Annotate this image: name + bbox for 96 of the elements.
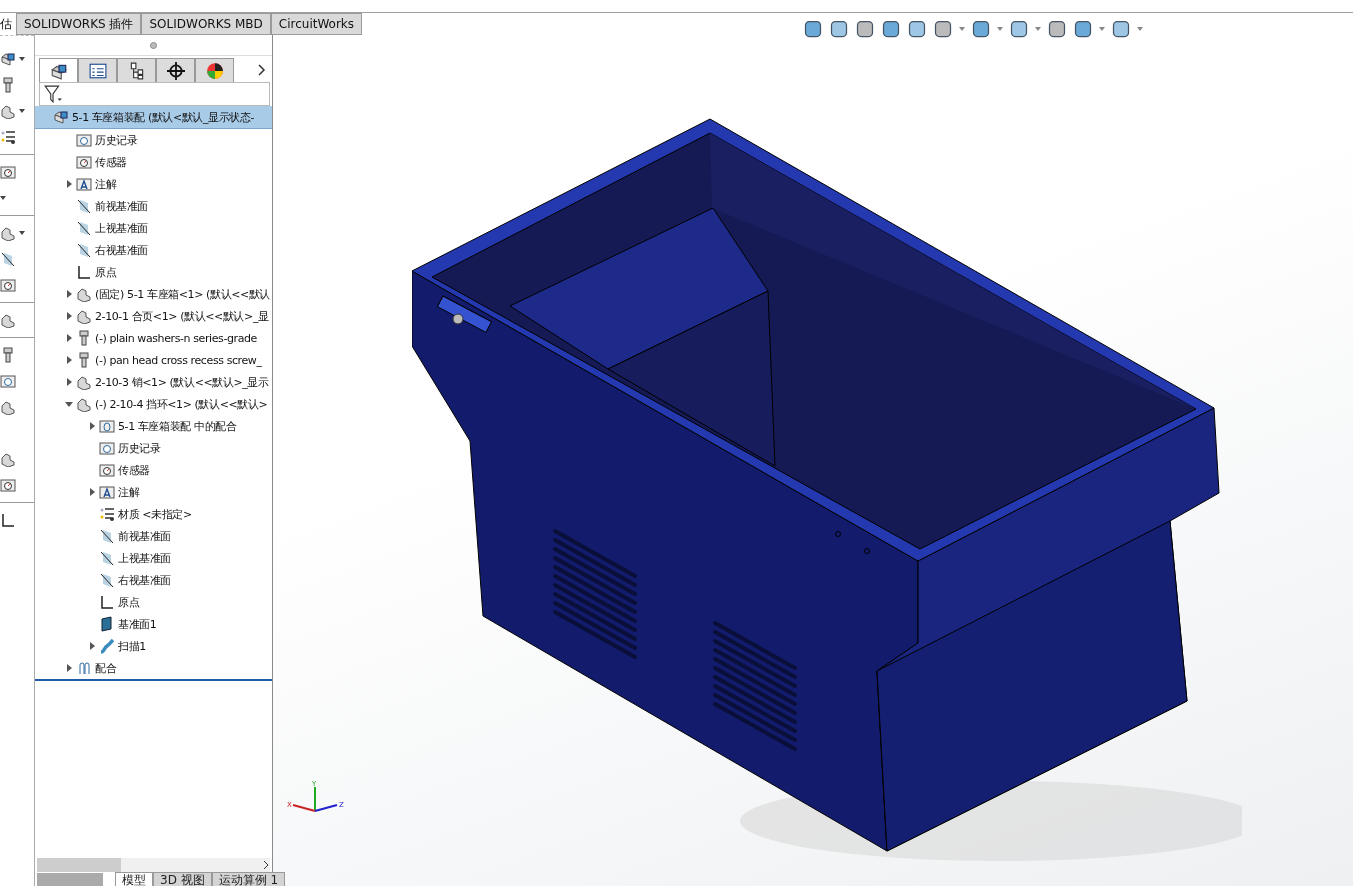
expand-arrow-icon[interactable] [65, 180, 73, 188]
panel-tab[interactable] [156, 58, 195, 82]
history-folder-icon [99, 440, 115, 456]
plane-icon [99, 528, 115, 544]
panel-tab[interactable] [39, 58, 78, 82]
tree-item[interactable]: 右视基准面 [35, 569, 272, 591]
tree-item[interactable]: 上视基准面 [35, 217, 272, 239]
expand-arrow-icon[interactable] [65, 290, 73, 298]
tree-item[interactable]: 原点 [35, 591, 272, 613]
ribbon-tab[interactable]: SOLIDWORKS MBD [141, 13, 271, 35]
origin-icon [76, 264, 92, 280]
plane-icon [0, 251, 16, 267]
tree-item[interactable]: 注解 [35, 481, 272, 503]
plane-icon [99, 572, 115, 588]
tree-item[interactable]: 前视基准面 [35, 525, 272, 547]
tree-item[interactable]: 原点 [35, 261, 272, 283]
panel-tab[interactable] [117, 58, 156, 82]
property-list-icon[interactable] [88, 61, 107, 80]
history-folder-icon [76, 132, 92, 148]
mate-folder-icon [99, 418, 115, 434]
mates-icon [76, 660, 92, 676]
expand-arrow-icon[interactable] [65, 334, 73, 342]
expand-arrow-icon[interactable] [65, 356, 73, 364]
tree-item[interactable]: 基准面1 [35, 613, 272, 635]
model-tab[interactable]: 运动算例 1 [211, 872, 286, 886]
annotation-folder-icon [76, 176, 92, 192]
tree-item[interactable]: (-) plain washers-n series-grade [35, 327, 272, 349]
material-icon [99, 506, 115, 522]
plane-icon [76, 242, 92, 258]
part-icon [76, 308, 92, 324]
origin-icon [99, 594, 115, 610]
part-icon [76, 286, 92, 302]
plane-icon [76, 220, 92, 236]
part-icon [0, 451, 16, 467]
part-icon [76, 374, 92, 390]
tree-item[interactable]: 传感器 [35, 459, 272, 481]
model-tab[interactable]: 模型 [115, 872, 153, 886]
plane-icon [76, 198, 92, 214]
expand-arrow-icon[interactable] [88, 422, 96, 430]
tree-item[interactable]: 5-1 车座箱装配 (默认<默认_显示状态- [35, 106, 272, 129]
part-icon [0, 312, 16, 328]
annotation-folder-icon [99, 484, 115, 500]
drag-handle-icon[interactable] [150, 41, 157, 49]
tree-item[interactable]: 前视基准面 [35, 195, 272, 217]
panel-tab[interactable] [195, 58, 234, 82]
caret-icon[interactable] [19, 57, 25, 61]
part-icon [0, 103, 16, 119]
sensor-folder-icon [99, 462, 115, 478]
screw-icon [0, 347, 16, 363]
caret-icon[interactable] [19, 231, 25, 235]
expand-arrow-icon[interactable] [65, 664, 73, 672]
plane-icon [99, 616, 115, 632]
material-icon [0, 129, 16, 145]
sweep-icon [99, 638, 115, 654]
tree-item[interactable]: 右视基准面 [35, 239, 272, 261]
part-icon [0, 399, 16, 415]
assembly-icon [53, 109, 69, 125]
filter-icon[interactable] [42, 85, 64, 103]
part-icon [0, 225, 16, 241]
origin-icon [0, 512, 16, 528]
sensor-folder-icon [76, 154, 92, 170]
tree-item[interactable]: 2-10-1 合页<1> (默认<<默认>_显 [35, 305, 272, 327]
tree-item[interactable]: (-) pan head cross recess screw_ [35, 349, 272, 371]
tree-item[interactable]: 扫描1 [35, 635, 272, 657]
tree-item[interactable]: 上视基准面 [35, 547, 272, 569]
caret-icon[interactable] [19, 109, 25, 113]
tree-item[interactable]: 材质 <未指定> [35, 503, 272, 525]
tree-item[interactable]: 注解 [35, 173, 272, 195]
tree-item[interactable]: 历史记录 [35, 437, 272, 459]
part-icon [76, 396, 92, 412]
screw-icon [76, 352, 92, 368]
crosshair-icon[interactable] [166, 61, 185, 80]
expand-arrow-icon[interactable] [65, 378, 73, 386]
screw-icon [0, 77, 16, 93]
tree-item[interactable]: 配合 [35, 657, 272, 679]
expand-arrow-icon[interactable] [88, 642, 96, 650]
expand-arrow-icon[interactable] [65, 312, 73, 320]
assembly-icon [0, 51, 16, 67]
tree-item[interactable]: (-) 2-10-4 挡环<1> (默认<<默认> [35, 393, 272, 415]
plane-icon [99, 550, 115, 566]
ribbon-tab[interactable]: CircuitWorks [270, 13, 363, 35]
scroll-right-icon[interactable] [262, 860, 270, 870]
ribbon-tab[interactable]: SOLIDWORKS 插件 [16, 13, 142, 35]
tree-item[interactable]: (固定) 5-1 车座箱<1> (默认<<默认 [35, 283, 272, 305]
tree-item[interactable]: 历史记录 [35, 129, 272, 151]
scrollbar-thumb[interactable] [36, 858, 121, 872]
caret-icon[interactable] [0, 196, 6, 200]
model-tab[interactable]: 3D 视图 [153, 872, 212, 886]
chevron-right-icon[interactable] [258, 64, 266, 76]
expand-arrow-icon[interactable] [88, 488, 96, 496]
tree-item[interactable]: 2-10-3 销<1> (默认<<默认>_显示 [35, 371, 272, 393]
color-wheel-icon[interactable] [205, 61, 224, 80]
tree-item[interactable]: 5-1 车座箱装配 中的配合 [35, 415, 272, 437]
tree-item[interactable]: 传感器 [35, 151, 272, 173]
screw-icon [76, 330, 92, 346]
expand-arrow-icon[interactable] [65, 400, 73, 408]
